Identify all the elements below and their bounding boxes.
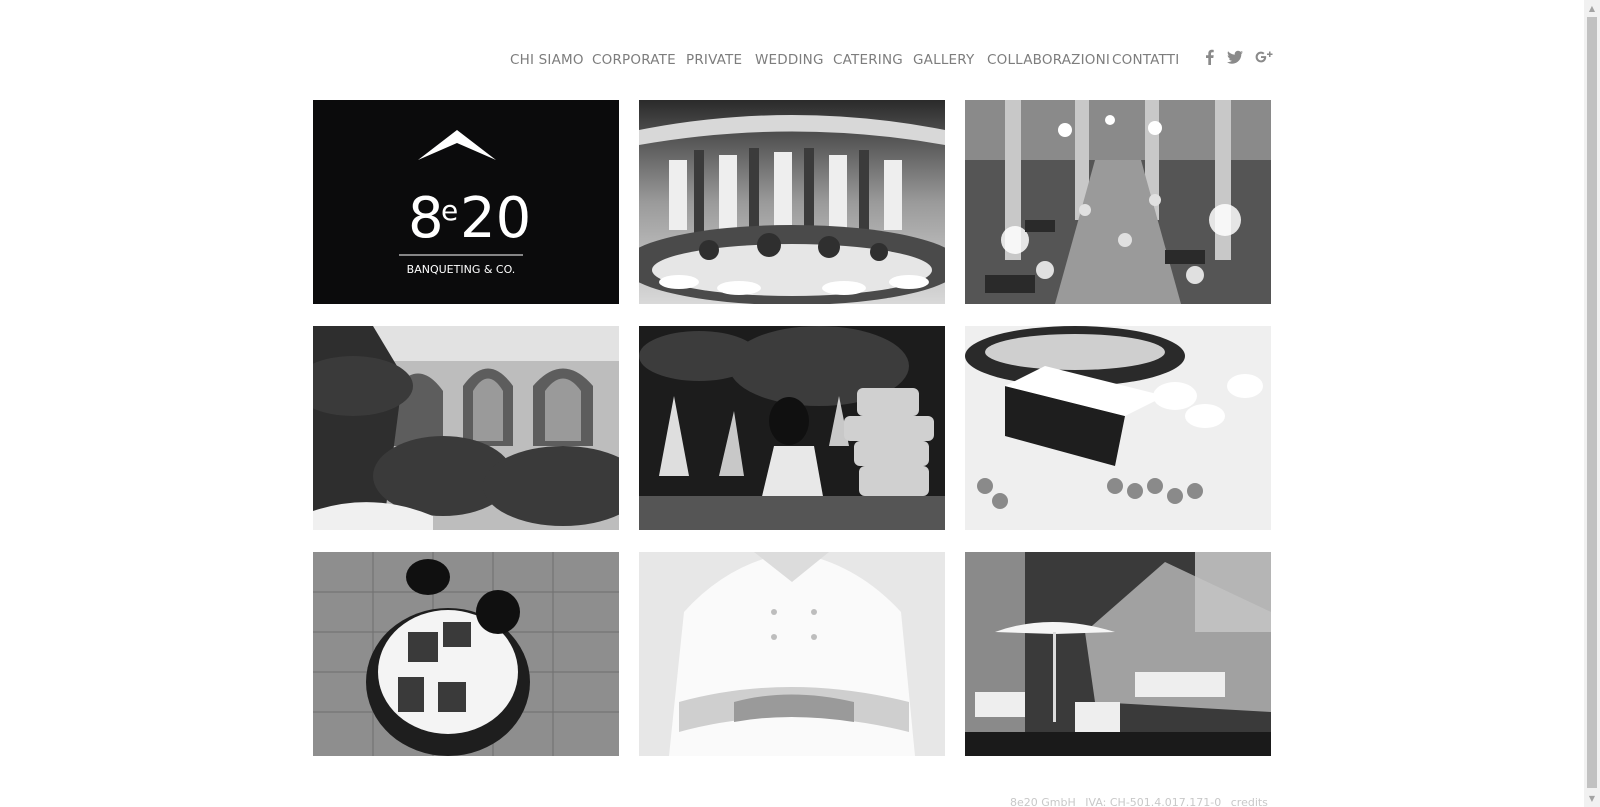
nav-item-wedding[interactable]: WEDDING	[755, 52, 824, 68]
ballroom-dinner-photo[interactable]	[639, 100, 945, 304]
outdoor-tent-terrace-photo[interactable]	[965, 552, 1271, 756]
arched-windows-garden-photo[interactable]	[313, 326, 619, 530]
footer-credits-link[interactable]: credits	[1231, 796, 1268, 807]
nav-item-private[interactable]: PRIVATE	[686, 52, 742, 68]
facebook-icon[interactable]	[1201, 48, 1219, 66]
dessert-buffet-photo[interactable]	[965, 326, 1271, 530]
vertical-scrollbar[interactable]: ▲ ▼	[1584, 0, 1600, 807]
nav-item-chi-siamo[interactable]: CHI SIAMO	[510, 52, 584, 68]
hall-with-chandeliers-photo[interactable]	[965, 100, 1271, 304]
wedding-cake-fireworks-photo[interactable]	[639, 326, 945, 530]
staff-setting-table-photo[interactable]	[313, 552, 619, 756]
logo-letter: e	[441, 194, 458, 227]
chef-arms-crossed-photo[interactable]	[639, 552, 945, 756]
footer-vat: IVA: CH-501.4.017.171-0	[1085, 796, 1222, 807]
twitter-icon[interactable]	[1226, 48, 1244, 66]
scroll-up-arrow-icon[interactable]: ▲	[1584, 0, 1600, 17]
nav-item-collaborazioni[interactable]: COLLABORAZIONI	[987, 52, 1110, 68]
nav-item-corporate[interactable]: CORPORATE	[592, 52, 676, 68]
main-navigation: CHI SIAMO CORPORATE PRIVATE WEDDING CATE…	[0, 48, 1600, 72]
nav-item-gallery[interactable]: GALLERY	[913, 52, 974, 68]
google-plus-icon[interactable]	[1255, 48, 1273, 66]
footer: 8e20 GmbH IVA: CH-501.4.017.171-0 credit…	[1010, 796, 1272, 807]
logo-number-right: 20	[460, 186, 531, 251]
brand-logo-tile[interactable]: 8 e 20 BANQUETING & CO.	[313, 100, 619, 304]
logo-tagline: BANQUETING & CO.	[407, 263, 516, 276]
logo-number-left: 8	[408, 186, 444, 251]
nav-item-catering[interactable]: CATERING	[833, 52, 903, 68]
footer-company: 8e20 GmbH	[1010, 796, 1076, 807]
nav-item-contatti[interactable]: CONTATTI	[1112, 52, 1179, 68]
scroll-down-arrow-icon[interactable]: ▼	[1584, 790, 1600, 807]
scrollbar-thumb[interactable]	[1587, 17, 1597, 788]
